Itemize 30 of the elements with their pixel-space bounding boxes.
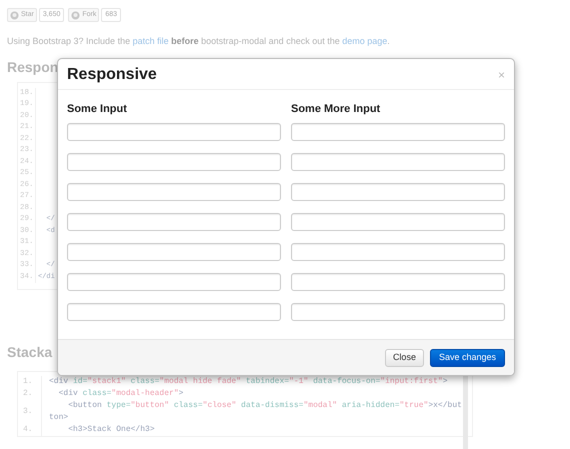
input-field[interactable]: [67, 273, 281, 291]
section-heading: Respon: [7, 58, 58, 76]
input-field[interactable]: [291, 303, 505, 321]
input-field[interactable]: [291, 243, 505, 261]
code-line: <button type="button" class="close" data-dismiss="modal" aria-hidden="true">x</button>: [49, 400, 463, 424]
octocat-icon: [10, 10, 19, 20]
input-field[interactable]: [291, 213, 505, 231]
input-field[interactable]: [67, 153, 281, 171]
input-field[interactable]: [291, 123, 505, 141]
octocat-icon: [71, 10, 80, 20]
input-field[interactable]: [291, 273, 505, 291]
field-label: Some Input: [67, 103, 128, 116]
code-line: <div id="stack1" class="modal hide fade" tabindex="-1" data-focus-on="input:first">: [49, 376, 449, 388]
input-field[interactable]: [291, 183, 505, 201]
modal-title: Responsive: [67, 65, 157, 85]
text-link[interactable]: patch file: [132, 36, 169, 46]
save-button[interactable]: Save changes: [430, 348, 505, 366]
input-field[interactable]: [67, 303, 281, 321]
field-label: Some More Input: [291, 103, 382, 116]
code-line: <div class="modal-header">: [58, 388, 184, 400]
intro-text: Using Bootstrap 3? Include the patch file before bootstrap-modal and check out the demo page.: [7, 35, 391, 48]
section-heading: Stacka: [7, 343, 52, 362]
input-field[interactable]: [67, 123, 281, 141]
code-line: <h3>Stack One</h3>: [67, 424, 156, 436]
text-link[interactable]: demo page: [342, 36, 388, 46]
input-field[interactable]: [67, 213, 281, 231]
input-field[interactable]: [67, 243, 281, 261]
close-button[interactable]: Close: [384, 348, 424, 366]
input-field[interactable]: [291, 153, 505, 171]
input-field[interactable]: [67, 183, 281, 201]
